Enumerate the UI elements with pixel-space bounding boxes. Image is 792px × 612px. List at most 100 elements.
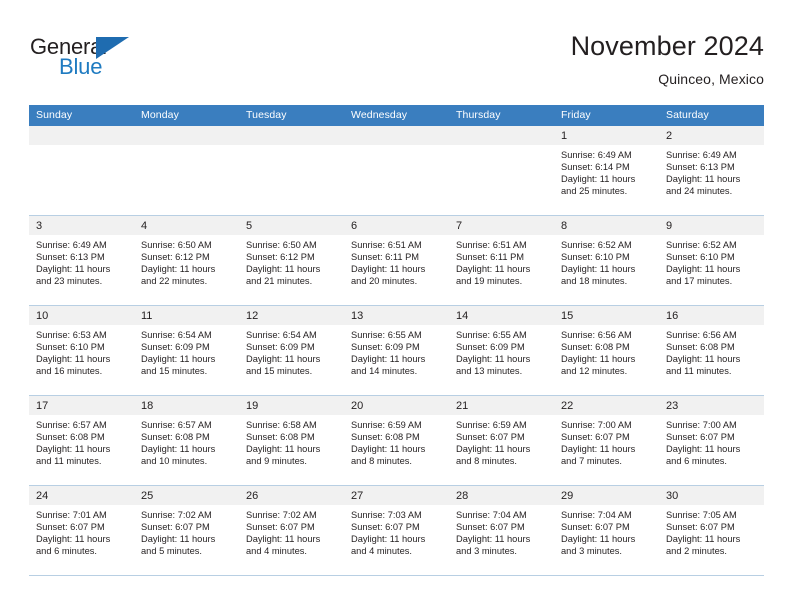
day-number-bar: 27 xyxy=(344,486,449,505)
daylight-duration-line1: Daylight: 11 hours xyxy=(141,444,216,455)
daylight-duration-line2: and 17 minutes. xyxy=(666,276,733,287)
calendar-day-cell[interactable]: 28 Sunrise: 7:04 AM Sunset: 6:07 PM Dayligh… xyxy=(449,486,554,575)
weekday-header-row: Sunday Monday Tuesday Wednesday Thursday… xyxy=(29,105,764,126)
day-sun-info: Sunrise: 6:58 AM Sunset: 6:08 PM Daylight:… xyxy=(239,415,344,467)
calendar-day-cell[interactable]: 15 Sunrise: 6:56 AM Sunset: 6:08 PM Dayligh… xyxy=(554,306,659,395)
calendar-week-row: 24 Sunrise: 7:01 AM Sunset: 6:07 PM Dayligh… xyxy=(29,486,764,576)
daylight-duration-line2: and 22 minutes. xyxy=(141,276,208,287)
sunset-time: Sunset: 6:08 PM xyxy=(561,342,630,353)
day-number-bar: 22 xyxy=(554,396,659,415)
daylight-duration-line1: Daylight: 11 hours xyxy=(666,354,741,365)
calendar-day-cell[interactable]: 27 Sunrise: 7:03 AM Sunset: 6:07 PM Dayligh… xyxy=(344,486,449,575)
sunrise-time: Sunrise: 6:49 AM xyxy=(561,150,632,160)
day-number: 13 xyxy=(351,310,364,322)
day-sun-info: Sunrise: 7:02 AM Sunset: 6:07 PM Daylight:… xyxy=(239,505,344,557)
sunset-time: Sunset: 6:07 PM xyxy=(561,432,630,443)
calendar-day-cell[interactable]: 9 Sunrise: 6:52 AM Sunset: 6:10 PM Daylight… xyxy=(659,216,764,305)
daylight-duration-line2: and 6 minutes. xyxy=(36,546,97,557)
day-number: 19 xyxy=(246,400,259,412)
sunset-time: Sunset: 6:07 PM xyxy=(666,522,735,533)
calendar-day-cell[interactable]: 16 Sunrise: 6:56 AM Sunset: 6:08 PM Dayligh… xyxy=(659,306,764,395)
sunset-time: Sunset: 6:13 PM xyxy=(36,252,105,263)
calendar-day-cell[interactable]: 22 Sunrise: 7:00 AM Sunset: 6:07 PM Dayligh… xyxy=(554,396,659,485)
calendar-day-cell[interactable]: 1 Sunrise: 6:49 AM Sunset: 6:14 PM Daylight… xyxy=(554,126,659,215)
sunrise-time: Sunrise: 6:51 AM xyxy=(351,240,422,250)
sunset-time: Sunset: 6:07 PM xyxy=(36,522,105,533)
general-blue-logo[interactable]: General Blue xyxy=(29,34,229,90)
day-number: 22 xyxy=(561,400,574,412)
calendar-day-cell[interactable]: 26 Sunrise: 7:02 AM Sunset: 6:07 PM Dayligh… xyxy=(239,486,344,575)
calendar-cell-empty xyxy=(344,126,449,215)
calendar-day-cell[interactable]: 21 Sunrise: 6:59 AM Sunset: 6:07 PM Dayligh… xyxy=(449,396,554,485)
daylight-duration-line1: Daylight: 11 hours xyxy=(666,174,741,185)
day-number-bar xyxy=(134,126,239,145)
daylight-duration-line2: and 4 minutes. xyxy=(351,546,412,557)
sunset-time: Sunset: 6:09 PM xyxy=(246,342,315,353)
calendar-day-cell[interactable]: 3 Sunrise: 6:49 AM Sunset: 6:13 PM Daylight… xyxy=(29,216,134,305)
daylight-duration-line2: and 20 minutes. xyxy=(351,276,418,287)
daylight-duration-line1: Daylight: 11 hours xyxy=(561,174,636,185)
day-number-bar: 16 xyxy=(659,306,764,325)
day-number: 25 xyxy=(141,490,154,502)
day-number-bar xyxy=(29,126,134,145)
daylight-duration-line1: Daylight: 11 hours xyxy=(36,534,111,545)
daylight-duration-line2: and 19 minutes. xyxy=(456,276,523,287)
calendar-day-cell[interactable]: 25 Sunrise: 7:02 AM Sunset: 6:07 PM Dayligh… xyxy=(134,486,239,575)
daylight-duration-line1: Daylight: 11 hours xyxy=(141,534,216,545)
day-number: 17 xyxy=(36,400,49,412)
day-number-bar xyxy=(449,126,554,145)
calendar-day-cell[interactable]: 18 Sunrise: 6:57 AM Sunset: 6:08 PM Dayligh… xyxy=(134,396,239,485)
daylight-duration-line1: Daylight: 11 hours xyxy=(666,264,741,275)
calendar-cell-empty xyxy=(29,126,134,215)
calendar-day-cell[interactable]: 2 Sunrise: 6:49 AM Sunset: 6:13 PM Daylight… xyxy=(659,126,764,215)
calendar-day-cell[interactable]: 6 Sunrise: 6:51 AM Sunset: 6:11 PM Daylight… xyxy=(344,216,449,305)
daylight-duration-line2: and 25 minutes. xyxy=(561,186,628,197)
calendar-day-cell[interactable]: 8 Sunrise: 6:52 AM Sunset: 6:10 PM Daylight… xyxy=(554,216,659,305)
calendar-day-cell[interactable]: 23 Sunrise: 7:00 AM Sunset: 6:07 PM Dayligh… xyxy=(659,396,764,485)
sunset-time: Sunset: 6:07 PM xyxy=(666,432,735,443)
calendar-day-cell[interactable]: 20 Sunrise: 6:59 AM Sunset: 6:08 PM Dayligh… xyxy=(344,396,449,485)
page-title: November 2024 xyxy=(570,31,764,61)
calendar-day-cell[interactable]: 12 Sunrise: 6:54 AM Sunset: 6:09 PM Dayligh… xyxy=(239,306,344,395)
sunrise-time: Sunrise: 7:02 AM xyxy=(246,510,317,520)
day-sun-info: Sunrise: 6:56 AM Sunset: 6:08 PM Daylight:… xyxy=(554,325,659,377)
sunrise-time: Sunrise: 6:51 AM xyxy=(456,240,527,250)
sunset-time: Sunset: 6:12 PM xyxy=(246,252,315,263)
calendar-day-cell[interactable]: 4 Sunrise: 6:50 AM Sunset: 6:12 PM Daylight… xyxy=(134,216,239,305)
daylight-duration-line2: and 8 minutes. xyxy=(351,456,412,467)
sunrise-time: Sunrise: 7:03 AM xyxy=(351,510,422,520)
day-sun-info: Sunrise: 6:52 AM Sunset: 6:10 PM Daylight:… xyxy=(554,235,659,287)
calendar-day-cell[interactable]: 19 Sunrise: 6:58 AM Sunset: 6:08 PM Dayligh… xyxy=(239,396,344,485)
sunset-time: Sunset: 6:09 PM xyxy=(456,342,525,353)
calendar-day-cell[interactable]: 5 Sunrise: 6:50 AM Sunset: 6:12 PM Daylight… xyxy=(239,216,344,305)
day-sun-info: Sunrise: 7:04 AM Sunset: 6:07 PM Daylight:… xyxy=(449,505,554,557)
day-number: 6 xyxy=(351,220,358,232)
sunrise-time: Sunrise: 6:50 AM xyxy=(141,240,212,250)
day-sun-info: Sunrise: 6:53 AM Sunset: 6:10 PM Daylight:… xyxy=(29,325,134,377)
sunset-time: Sunset: 6:08 PM xyxy=(141,432,210,443)
day-number-bar: 12 xyxy=(239,306,344,325)
calendar-day-cell[interactable]: 29 Sunrise: 7:04 AM Sunset: 6:07 PM Dayligh… xyxy=(554,486,659,575)
sunset-time: Sunset: 6:08 PM xyxy=(36,432,105,443)
day-number: 23 xyxy=(666,400,679,412)
weekday-monday: Monday xyxy=(141,109,179,121)
calendar-day-cell[interactable]: 17 Sunrise: 6:57 AM Sunset: 6:08 PM Dayligh… xyxy=(29,396,134,485)
calendar-day-cell[interactable]: 14 Sunrise: 6:55 AM Sunset: 6:09 PM Dayligh… xyxy=(449,306,554,395)
calendar-day-cell[interactable]: 24 Sunrise: 7:01 AM Sunset: 6:07 PM Dayligh… xyxy=(29,486,134,575)
calendar-day-cell[interactable]: 11 Sunrise: 6:54 AM Sunset: 6:09 PM Dayligh… xyxy=(134,306,239,395)
day-number-bar: 30 xyxy=(659,486,764,505)
sunrise-time: Sunrise: 7:04 AM xyxy=(561,510,632,520)
daylight-duration-line1: Daylight: 11 hours xyxy=(666,444,741,455)
calendar-day-cell[interactable]: 30 Sunrise: 7:05 AM Sunset: 6:07 PM Dayligh… xyxy=(659,486,764,575)
calendar-day-cell[interactable]: 13 Sunrise: 6:55 AM Sunset: 6:09 PM Dayligh… xyxy=(344,306,449,395)
sunset-time: Sunset: 6:07 PM xyxy=(246,522,315,533)
day-number: 30 xyxy=(666,490,679,502)
calendar-day-cell[interactable]: 10 Sunrise: 6:53 AM Sunset: 6:10 PM Dayligh… xyxy=(29,306,134,395)
sunrise-time: Sunrise: 7:02 AM xyxy=(141,510,212,520)
day-number: 21 xyxy=(456,400,469,412)
calendar-cell-empty xyxy=(449,126,554,215)
sunrise-time: Sunrise: 7:00 AM xyxy=(666,420,737,430)
daylight-duration-line1: Daylight: 11 hours xyxy=(561,534,636,545)
day-sun-info: Sunrise: 6:49 AM Sunset: 6:13 PM Daylight:… xyxy=(29,235,134,287)
calendar-day-cell[interactable]: 7 Sunrise: 6:51 AM Sunset: 6:11 PM Daylight… xyxy=(449,216,554,305)
